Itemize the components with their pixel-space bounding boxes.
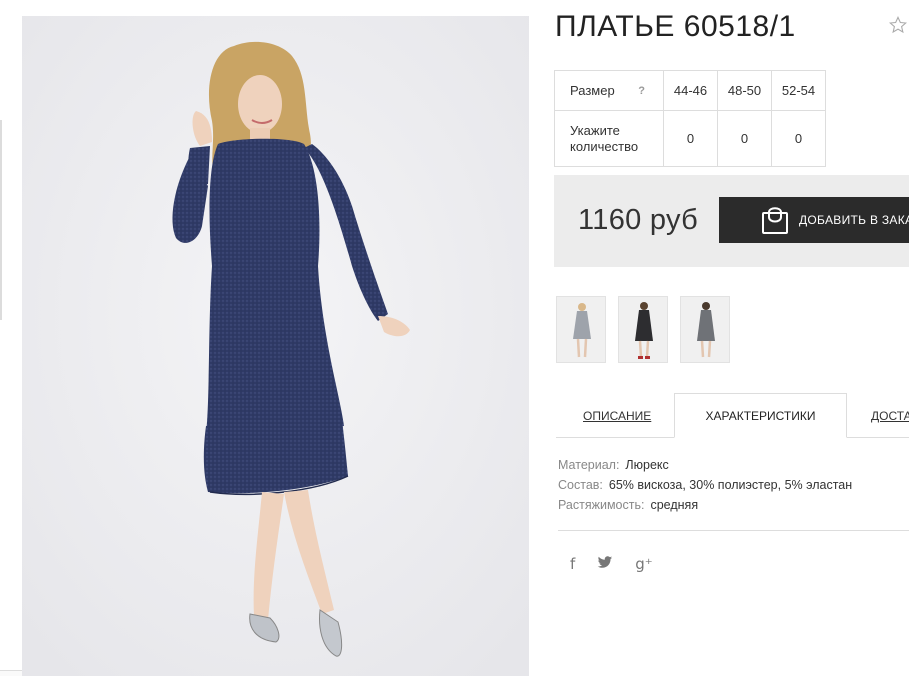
add-to-order-button[interactable]: ДОБАВИТЬ В ЗАКАЗ [719,197,909,243]
tab-delivery[interactable]: ДОСТАВКА [871,393,909,438]
spec-value: 65% вискоза, 30% полиэстер, 5% эластан [608,478,853,492]
dress-thumbnail-image [681,297,729,362]
spec-composition: Состав: 65% вискоза, 30% полиэстер, 5% эл… [558,475,852,495]
size-label: Размер [570,82,615,98]
spec-stretch: Растяжимость: средняя [558,495,852,515]
size-label-cell: Размер ? [554,70,664,111]
shopping-bag-icon [762,207,788,234]
spec-key: Материал: [558,458,620,472]
left-edge-scroll-mark [0,120,2,320]
tab-characteristics[interactable]: ХАРАКТЕРИСТИКИ [674,393,847,438]
product-main-photo[interactable] [22,16,529,676]
model-illustration [22,16,529,676]
price-box: 1160 руб ДОБАВИТЬ В ЗАКАЗ [554,175,909,267]
product-page: ПЛАТЬЕ 60518/1 Размер ? 44-46 48-50 52-5… [0,0,909,676]
thumbnail-black[interactable] [618,296,668,363]
size-quantity-table: Размер ? 44-46 48-50 52-54 Укажите колич… [554,70,826,167]
star-icon[interactable] [889,16,907,34]
dress-thumbnail-image [619,297,667,362]
size-help-icon[interactable]: ? [638,83,645,99]
quantity-input-48-50[interactable]: 0 [717,110,772,167]
product-tabs: ОПИСАНИЕ ХАРАКТЕРИСТИКИ ДОСТАВКА [556,393,909,438]
product-title: ПЛАТЬЕ 60518/1 [555,10,796,43]
tab-description[interactable]: ОПИСАНИЕ [583,393,651,438]
google-plus-icon[interactable]: g⁺ [635,555,652,573]
quantity-label: Укажите количество [554,110,664,167]
facebook-icon[interactable]: f [570,555,575,573]
size-52-54: 52-54 [771,70,826,111]
add-to-order-label: ДОБАВИТЬ В ЗАКАЗ [799,213,909,227]
spec-key: Состав: [558,478,603,492]
product-price: 1160 руб [578,204,699,236]
thumbnail-light-grey[interactable] [556,296,606,363]
color-thumbnails [556,296,742,363]
social-share: f g⁺ [570,555,675,573]
spec-value: средняя [650,498,699,512]
divider [558,530,909,531]
quantity-input-44-46[interactable]: 0 [663,110,718,167]
quantity-row: Укажите количество 0 0 0 [554,110,826,167]
size-44-46: 44-46 [663,70,718,111]
twitter-bird-glyph [598,556,613,568]
spec-key: Растяжимость: [558,498,645,512]
quantity-input-52-54[interactable]: 0 [771,110,826,167]
spec-material: Материал: Люрекс [558,455,852,475]
size-48-50: 48-50 [717,70,772,111]
thumbnail-grey[interactable] [680,296,730,363]
spec-value: Люрекс [625,458,669,472]
size-row: Размер ? 44-46 48-50 52-54 [554,70,826,111]
twitter-icon[interactable] [597,555,613,573]
dress-thumbnail-image [557,297,605,362]
characteristics-list: Материал: Люрекс Состав: 65% вискоза, 30% … [558,455,852,515]
